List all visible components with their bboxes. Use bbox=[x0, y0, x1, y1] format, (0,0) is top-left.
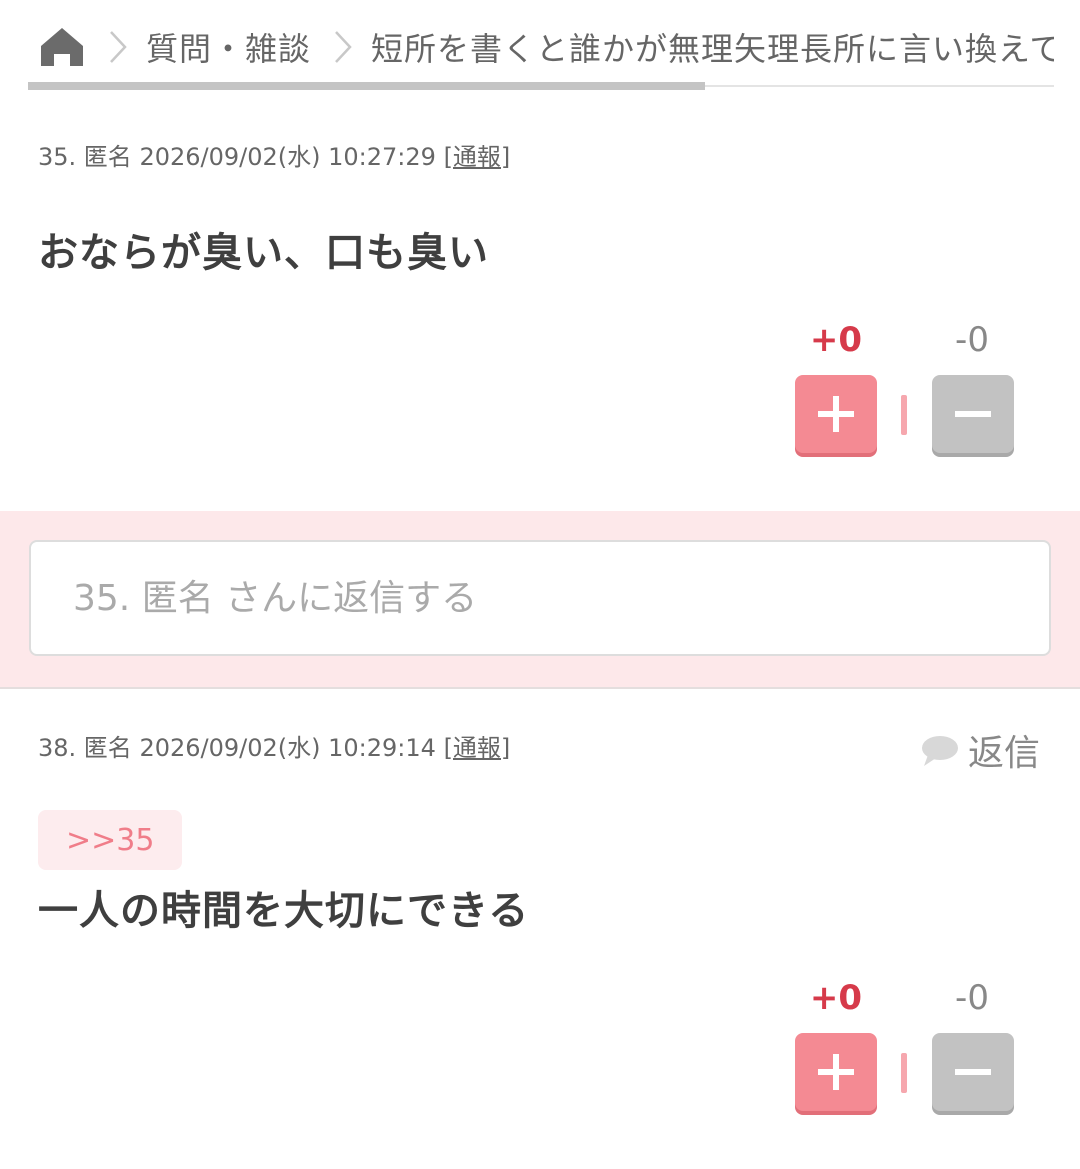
comment-body: おならが臭い、口も臭い bbox=[38, 230, 489, 276]
reply-form bbox=[0, 511, 1080, 689]
vote-divider bbox=[901, 1053, 907, 1093]
comment-number-name: 38. 匿名 bbox=[38, 734, 132, 762]
comment-body: 一人の時間を大切にできる bbox=[38, 888, 530, 934]
read-progress-track bbox=[28, 82, 1054, 90]
reply-label: 返信 bbox=[967, 733, 1040, 774]
breadcrumb: 質問・雑談 短所を書くと誰かが無理矢理長所に言い換えて bbox=[38, 20, 1054, 74]
report-link[interactable]: [通報] bbox=[444, 734, 511, 762]
breadcrumb-category[interactable]: 質問・雑談 bbox=[146, 24, 311, 70]
comment-datetime: 2026/09/02(水) 10:27:29 bbox=[139, 143, 436, 171]
reply-anchor-badge[interactable]: >>35 bbox=[38, 810, 183, 870]
reply-input[interactable] bbox=[29, 540, 1051, 656]
minus-icon bbox=[955, 1069, 991, 1075]
plus-icon bbox=[818, 1054, 854, 1090]
minus-vote-count: -0 bbox=[955, 978, 989, 1018]
plus-vote-button[interactable] bbox=[795, 375, 877, 453]
comment-datetime: 2026/09/02(水) 10:29:14 bbox=[139, 734, 436, 762]
chevron-right-icon bbox=[323, 27, 363, 67]
plus-vote-button[interactable] bbox=[795, 1033, 877, 1111]
chevron-right-icon bbox=[98, 27, 138, 67]
minus-icon bbox=[955, 411, 991, 417]
breadcrumb-thread-title[interactable]: 短所を書くと誰かが無理矢理長所に言い換えて bbox=[371, 24, 1054, 70]
plus-vote-count: +0 bbox=[809, 320, 863, 360]
minus-vote-button[interactable] bbox=[932, 375, 1014, 453]
minus-vote-button[interactable] bbox=[932, 1033, 1014, 1111]
comment-meta: 35. 匿名 2026/09/02(水) 10:27:29 [通報] bbox=[38, 137, 510, 172]
report-link[interactable]: [通報] bbox=[444, 143, 511, 171]
comment-number-name: 35. 匿名 bbox=[38, 143, 132, 171]
plus-vote-count: +0 bbox=[809, 978, 863, 1018]
home-icon[interactable] bbox=[38, 23, 86, 71]
reply-button[interactable]: 返信 bbox=[920, 724, 1040, 776]
comment-meta: 38. 匿名 2026/09/02(水) 10:29:14 [通報] bbox=[38, 728, 510, 763]
plus-icon bbox=[818, 396, 854, 432]
minus-vote-count: -0 bbox=[955, 320, 989, 360]
vote-divider bbox=[901, 395, 907, 435]
read-progress-fill bbox=[28, 82, 706, 90]
speech-bubble-icon bbox=[921, 736, 958, 766]
